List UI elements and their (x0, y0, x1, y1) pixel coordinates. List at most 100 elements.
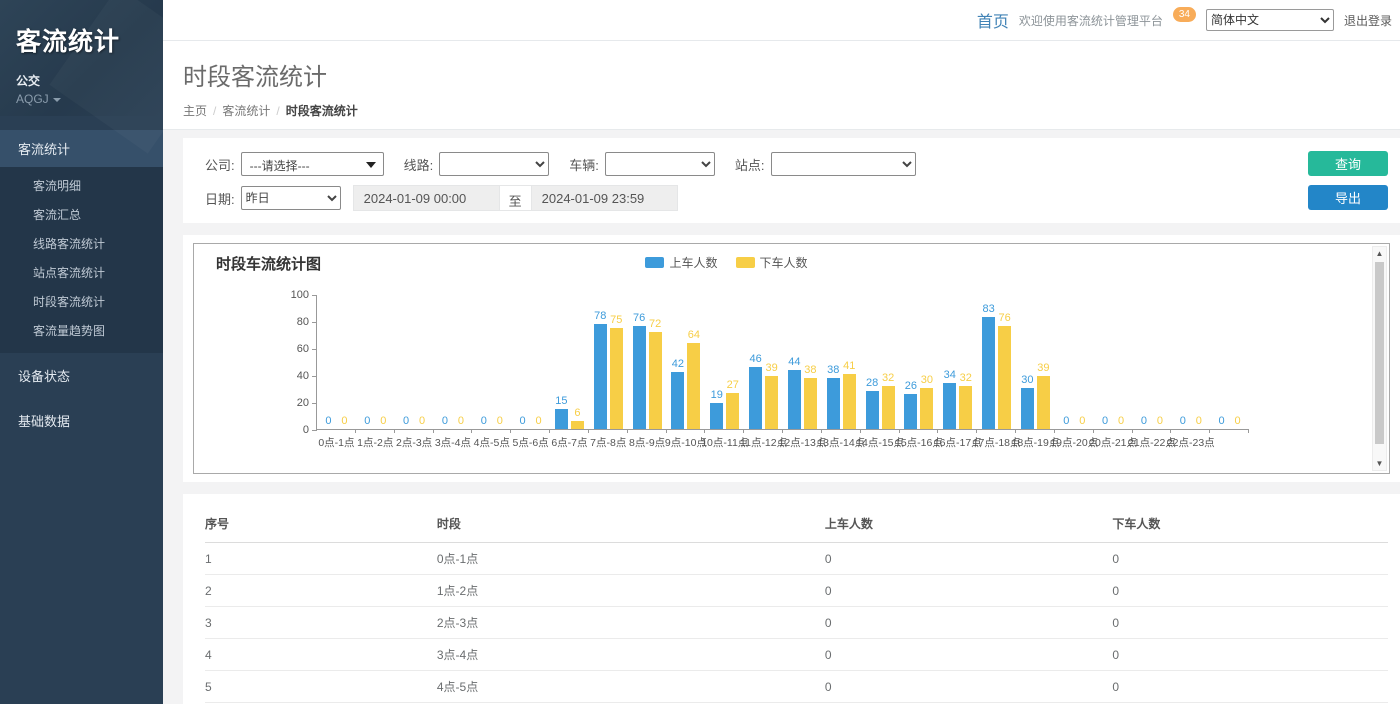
bar-value-label: 27 (727, 379, 739, 391)
x-axis-tick-mark (588, 429, 589, 433)
date-to-input[interactable] (531, 185, 678, 211)
x-axis-category-label: 22点-23点 (1167, 435, 1215, 450)
sidebar-subitem-客流汇总[interactable]: 客流汇总 (0, 200, 163, 229)
data-table: 序号时段上车人数下车人数 10点-1点0021点-2点0032点-3点0043点… (205, 506, 1388, 704)
sidebar-subitem-线路客流统计[interactable]: 线路客流统计 (0, 229, 163, 258)
bar-value-label: 72 (649, 318, 661, 330)
table-cell: 0 (1112, 639, 1388, 671)
bar-value-label: 0 (497, 415, 503, 427)
y-axis-tick-mark (312, 322, 317, 323)
bar-value-label: 38 (804, 364, 816, 376)
x-axis-category-label: 6点-7点 (551, 435, 587, 450)
bar-下车人数-11点-12点 (765, 376, 778, 429)
sidebar-item-设备状态[interactable]: 设备状态 (0, 353, 163, 398)
line-select[interactable] (439, 152, 549, 176)
x-axis-tick-mark (1015, 429, 1016, 433)
table-header-上车人数: 上车人数 (825, 506, 1112, 543)
x-axis-tick-mark (1132, 429, 1133, 433)
scrollbar-thumb[interactable] (1375, 262, 1384, 444)
sidebar-subitem-站点客流统计[interactable]: 站点客流统计 (0, 258, 163, 287)
export-button[interactable]: 导出 (1308, 185, 1388, 210)
bar-value-label: 0 (481, 415, 487, 427)
chart-plot: 020406080100000点-1点001点-2点002点-3点003点-4点… (316, 295, 1248, 430)
legend-item-上车人数[interactable]: 上车人数 (645, 254, 717, 271)
notification-badge[interactable]: 34 (1173, 7, 1196, 22)
language-select[interactable]: 简体中文 (1206, 9, 1334, 31)
bar-上车人数-9点-10点 (671, 372, 684, 429)
logout-link[interactable]: 退出登录 (1344, 12, 1392, 29)
bar-value-label: 0 (419, 415, 425, 427)
x-axis-tick-mark (821, 429, 822, 433)
date-from-input[interactable] (353, 185, 500, 211)
chart-legend: 上车人数 下车人数 (194, 254, 1259, 271)
bar-value-label: 0 (1141, 415, 1147, 427)
bar-上车人数-7点-8点 (594, 324, 607, 429)
sidebar-submenu: 客流明细客流汇总线路客流统计站点客流统计时段客流统计客流量趋势图 (0, 167, 163, 353)
app-root: 客流统计 公交 AQGJ 客流统计客流明细客流汇总线路客流统计站点客流统计时段客… (0, 0, 1400, 704)
breadcrumb-home[interactable]: 主页 (183, 104, 207, 118)
bar-上车人数-15点-16点 (904, 394, 917, 429)
bar-上车人数-17点-18点 (982, 317, 995, 429)
x-axis-category-label: 3点-4点 (435, 435, 471, 450)
table-cell: 3 (205, 607, 437, 639)
date-preset-select[interactable]: 昨日 (241, 186, 341, 210)
bar-value-label: 76 (633, 312, 645, 324)
sidebar-menu: 客流统计客流明细客流汇总线路客流统计站点客流统计时段客流统计客流量趋势图设备状态… (0, 130, 163, 443)
table-cell: 2 (205, 575, 437, 607)
y-axis-tick-mark (312, 376, 317, 377)
table-header-时段: 时段 (437, 506, 825, 543)
bar-下车人数-15点-16点 (920, 388, 933, 429)
bar-value-label: 0 (1102, 415, 1108, 427)
x-axis-tick-mark (355, 429, 356, 433)
table-row: 10点-1点00 (205, 543, 1388, 575)
bar-value-label: 0 (1157, 415, 1163, 427)
breadcrumb: 主页/客流统计/时段客流统计 (183, 102, 1400, 119)
x-axis-category-label: 7点-8点 (590, 435, 626, 450)
x-axis-category-label: 2点-3点 (396, 435, 432, 450)
table-cell: 1 (205, 543, 437, 575)
table-cell: 1点-2点 (437, 575, 825, 607)
welcome-text: 欢迎使用客流统计管理平台 (1019, 12, 1163, 29)
table-cell: 4 (205, 639, 437, 671)
company-select[interactable]: ---请选择--- (241, 152, 384, 176)
bar-value-label: 41 (843, 360, 855, 372)
vehicle-label: 车辆: (569, 155, 599, 174)
bar-value-label: 0 (1180, 415, 1186, 427)
scroll-down-icon[interactable]: ▼ (1373, 457, 1386, 470)
chart-vertical-scrollbar[interactable]: ▲ ▼ (1372, 246, 1387, 471)
x-axis-tick-mark (1093, 429, 1094, 433)
sidebar-subitem-客流明细[interactable]: 客流明细 (0, 171, 163, 200)
sidebar-item-基础数据[interactable]: 基础数据 (0, 398, 163, 443)
bar-上车人数-8点-9点 (633, 326, 646, 429)
table-cell: 2点-3点 (437, 607, 825, 639)
chart-container: 时段车流统计图 上车人数下车人数 020406080100000点-1点001点… (193, 243, 1390, 474)
bar-value-label: 0 (341, 415, 347, 427)
sidebar-subitem-时段客流统计[interactable]: 时段客流统计 (0, 287, 163, 316)
bar-下车人数-8点-9点 (649, 332, 662, 429)
breadcrumb-section[interactable]: 客流统计 (222, 104, 270, 118)
x-axis-category-label: 0点-1点 (318, 435, 354, 450)
vehicle-select[interactable] (605, 152, 715, 176)
sidebar-subitem-客流量趋势图[interactable]: 客流量趋势图 (0, 316, 163, 345)
bar-value-label: 34 (944, 369, 956, 381)
bar-value-label: 76 (998, 312, 1010, 324)
org-code-dropdown[interactable]: AQGJ (16, 92, 147, 106)
table-cell: 0 (825, 575, 1112, 607)
table-header-序号: 序号 (205, 506, 437, 543)
scroll-up-icon[interactable]: ▲ (1373, 247, 1386, 260)
y-axis-tick-label: 0 (279, 424, 309, 436)
org-code-label: AQGJ (16, 92, 49, 106)
bar-下车人数-9点-10点 (687, 343, 700, 429)
page-title: 时段客流统计 (183, 57, 1400, 92)
page-heading: 时段客流统计 主页/客流统计/时段客流统计 (163, 41, 1400, 130)
bar-value-label: 26 (905, 380, 917, 392)
legend-item-下车人数[interactable]: 下车人数 (736, 254, 808, 271)
company-label: 公司: (205, 155, 235, 174)
x-axis-tick-mark (471, 429, 472, 433)
station-select[interactable] (771, 152, 916, 176)
table-cell: 0 (825, 639, 1112, 671)
line-label: 线路: (404, 155, 434, 174)
query-button[interactable]: 查询 (1308, 151, 1388, 176)
home-link[interactable]: 首页 (977, 8, 1009, 32)
bar-上车人数-14点-15点 (866, 391, 879, 429)
